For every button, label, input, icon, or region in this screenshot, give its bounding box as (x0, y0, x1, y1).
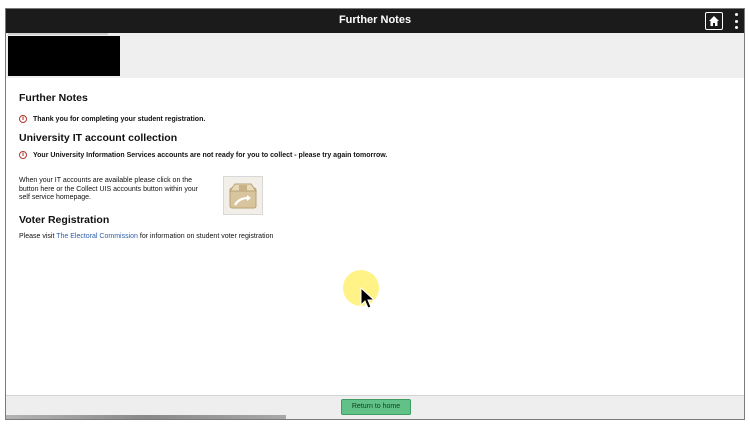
pointer-icon (360, 287, 376, 309)
footer-strip (6, 415, 286, 419)
it-account-message: i Your University Information Services a… (19, 151, 387, 159)
voter-text-after: for information on student voter registr… (139, 233, 274, 240)
footer-bar: Return to home (6, 395, 744, 419)
it-account-heading: University IT account collection (19, 132, 178, 144)
voter-registration-text: Please visit The Electoral Commission fo… (19, 233, 273, 240)
it-account-message-text: Your University Information Services acc… (33, 151, 388, 159)
kebab-menu-button[interactable] (732, 13, 740, 29)
mouse-cursor (342, 264, 382, 312)
info-icon: i (19, 115, 27, 123)
electoral-commission-link[interactable]: The Electoral Commission (56, 233, 138, 240)
top-bar: Further Notes (6, 9, 744, 33)
logo-strip (8, 33, 108, 35)
it-account-instruction: When your IT accounts are available plea… (19, 177, 198, 202)
redacted-logo (8, 36, 120, 76)
kebab-dot-icon (734, 26, 738, 29)
header-banner (6, 33, 744, 78)
page-title: Further Notes (338, 14, 412, 26)
voter-registration-heading: Voter Registration (19, 214, 110, 226)
kebab-dot-icon (734, 13, 738, 16)
info-icon: i (19, 151, 27, 159)
registration-message-text: Thank you for completing your student re… (33, 115, 206, 123)
registration-message: i Thank you for completing your student … (19, 115, 205, 123)
box-collect-icon (229, 183, 257, 208)
home-icon (709, 16, 719, 26)
collect-accounts-button[interactable] (223, 176, 263, 215)
further-notes-heading: Further Notes (19, 92, 88, 104)
return-to-home-button[interactable]: Return to home (341, 399, 411, 415)
home-button[interactable] (705, 12, 723, 30)
kebab-dot-icon (734, 19, 738, 23)
voter-text-before: Please visit (19, 233, 55, 240)
app-frame: Further Notes Further Notes i Thank you … (5, 8, 745, 420)
